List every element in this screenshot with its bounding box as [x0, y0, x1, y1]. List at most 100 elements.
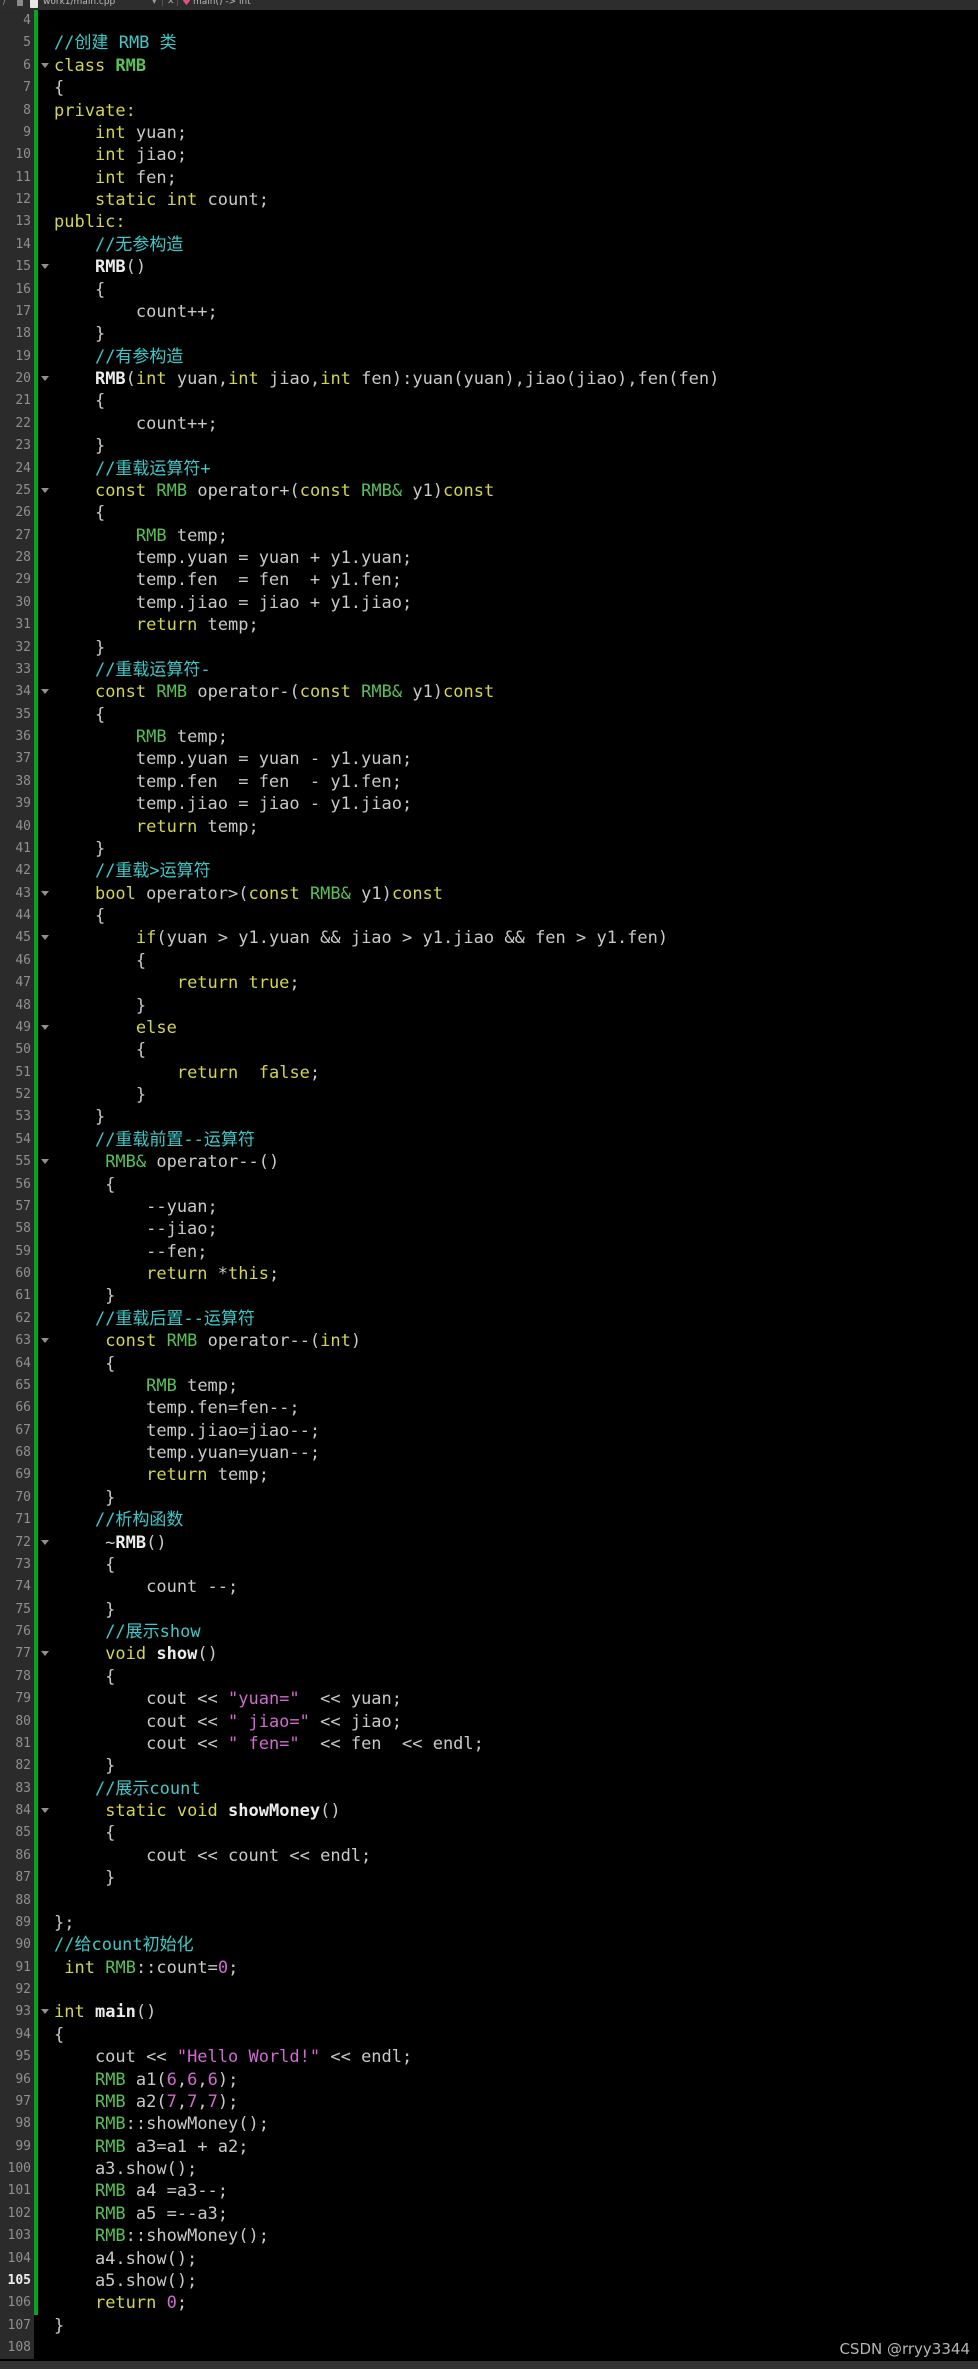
- fold-arrow-icon[interactable]: [41, 376, 49, 381]
- code-line[interactable]: 59 --fen;: [0, 1241, 978, 1263]
- code-line[interactable]: 45 if(yuan > y1.yuan && jiao > y1.jiao &…: [0, 927, 978, 949]
- code-line[interactable]: 34 const RMB operator-(const RMB& y1)con…: [0, 681, 978, 703]
- code-line[interactable]: 12 static int count;: [0, 189, 978, 211]
- code-line[interactable]: 40 return temp;: [0, 816, 978, 838]
- code-line[interactable]: 39 temp.jiao = jiao - y1.jiao;: [0, 793, 978, 815]
- code-line[interactable]: 94{: [0, 2024, 978, 2046]
- code-line[interactable]: 23 }: [0, 435, 978, 457]
- code-line[interactable]: 81 cout << " fen=" << fen << endl;: [0, 1733, 978, 1755]
- code-line[interactable]: 77 void show(): [0, 1643, 978, 1665]
- code-line[interactable]: 88: [0, 1890, 978, 1912]
- fold-arrow-icon[interactable]: [41, 891, 49, 896]
- code-line[interactable]: 57 --yuan;: [0, 1196, 978, 1218]
- fold-arrow-icon[interactable]: [41, 488, 49, 493]
- fold-arrow-icon[interactable]: [41, 1025, 49, 1030]
- code-line[interactable]: 83 //展示count: [0, 1778, 978, 1800]
- fold-arrow-icon[interactable]: [41, 63, 49, 68]
- code-line[interactable]: 64 {: [0, 1353, 978, 1375]
- code-line[interactable]: 95 cout << "Hello World!" << endl;: [0, 2046, 978, 2068]
- code-line[interactable]: 68 temp.yuan=yuan--;: [0, 1442, 978, 1464]
- fold-arrow-icon[interactable]: [41, 1159, 49, 1164]
- code-line[interactable]: 75 }: [0, 1599, 978, 1621]
- code-line[interactable]: 30 temp.jiao = jiao + y1.jiao;: [0, 592, 978, 614]
- code-line[interactable]: 91 int RMB::count=0;: [0, 1957, 978, 1979]
- code-line[interactable]: 106 return 0;: [0, 2292, 978, 2314]
- code-line[interactable]: 76 //展示show: [0, 1621, 978, 1643]
- code-line[interactable]: 13public:: [0, 211, 978, 233]
- code-line[interactable]: 100 a3.show();: [0, 2158, 978, 2180]
- code-line[interactable]: 20 RMB(int yuan,int jiao,int fen):yuan(y…: [0, 368, 978, 390]
- code-line[interactable]: 89};: [0, 1912, 978, 1934]
- code-line[interactable]: 8private:: [0, 100, 978, 122]
- code-line[interactable]: 43 bool operator>(const RMB& y1)const: [0, 883, 978, 905]
- code-line[interactable]: 78 {: [0, 1666, 978, 1688]
- code-line[interactable]: 85 {: [0, 1822, 978, 1844]
- split-editor-icon[interactable]: [17, 0, 23, 6]
- code-line[interactable]: 54 //重载前置--运算符: [0, 1129, 978, 1151]
- code-line[interactable]: 92: [0, 1979, 978, 2001]
- code-line[interactable]: 38 temp.fen = fen - y1.fen;: [0, 771, 978, 793]
- code-line[interactable]: 44 {: [0, 905, 978, 927]
- code-line[interactable]: 17 count++;: [0, 301, 978, 323]
- code-line[interactable]: 105 a5.show();: [0, 2270, 978, 2292]
- code-line[interactable]: 19 //有参构造: [0, 346, 978, 368]
- code-line[interactable]: 16 {: [0, 279, 978, 301]
- code-line[interactable]: 104 a4.show();: [0, 2248, 978, 2270]
- code-line[interactable]: 48 }: [0, 995, 978, 1017]
- code-line[interactable]: 24 //重载运算符+: [0, 458, 978, 480]
- code-editor[interactable]: 45//创建 RMB 类6class RMB7{8private:9 int y…: [0, 10, 978, 2359]
- code-line[interactable]: 4: [0, 10, 978, 32]
- code-line[interactable]: 14 //无参构造: [0, 234, 978, 256]
- code-line[interactable]: 15 RMB(): [0, 256, 978, 278]
- code-line[interactable]: 103 RMB::showMoney();: [0, 2225, 978, 2247]
- code-line[interactable]: 62 //重载后置--运算符: [0, 1308, 978, 1330]
- code-line[interactable]: 87 }: [0, 1867, 978, 1889]
- code-line[interactable]: 42 //重载>运算符: [0, 860, 978, 882]
- code-line[interactable]: 49 else: [0, 1017, 978, 1039]
- code-line[interactable]: 11 int fen;: [0, 167, 978, 189]
- code-line[interactable]: 60 return *this;: [0, 1263, 978, 1285]
- code-line[interactable]: 99 RMB a3=a1 + a2;: [0, 2136, 978, 2158]
- code-line[interactable]: 82 }: [0, 1755, 978, 1777]
- code-line[interactable]: 80 cout << " jiao=" << jiao;: [0, 1711, 978, 1733]
- code-line[interactable]: 90//给count初始化: [0, 1934, 978, 1956]
- code-line[interactable]: 70 }: [0, 1487, 978, 1509]
- fold-arrow-icon[interactable]: [41, 264, 49, 269]
- code-line[interactable]: 79 cout << "yuan=" << yuan;: [0, 1688, 978, 1710]
- code-line[interactable]: 71 //析构函数: [0, 1509, 978, 1531]
- code-line[interactable]: 52 }: [0, 1084, 978, 1106]
- code-line[interactable]: 96 RMB a1(6,6,6);: [0, 2069, 978, 2091]
- code-line[interactable]: 21 {: [0, 390, 978, 412]
- fold-arrow-icon[interactable]: [41, 1651, 49, 1656]
- code-line[interactable]: 86 cout << count << endl;: [0, 1845, 978, 1867]
- code-line[interactable]: 47 return true;: [0, 972, 978, 994]
- code-line[interactable]: 50 {: [0, 1039, 978, 1061]
- code-line[interactable]: 10 int jiao;: [0, 144, 978, 166]
- code-line[interactable]: 7{: [0, 77, 978, 99]
- code-line[interactable]: 29 temp.fen = fen + y1.fen;: [0, 569, 978, 591]
- fold-arrow-icon[interactable]: [41, 1338, 49, 1343]
- code-line[interactable]: 66 temp.fen=fen--;: [0, 1397, 978, 1419]
- open-file-tab[interactable]: work1/main.cpp: [43, 0, 115, 7]
- symbol-selector[interactable]: main() -> int: [193, 0, 251, 7]
- code-line[interactable]: 5//创建 RMB 类: [0, 32, 978, 54]
- code-line[interactable]: 74 count --;: [0, 1576, 978, 1598]
- code-line[interactable]: 53 }: [0, 1106, 978, 1128]
- code-line[interactable]: 41 }: [0, 838, 978, 860]
- code-line[interactable]: 97 RMB a2(7,7,7);: [0, 2091, 978, 2113]
- code-line[interactable]: 26 {: [0, 502, 978, 524]
- code-line[interactable]: 61 }: [0, 1285, 978, 1307]
- code-line[interactable]: 108: [0, 2337, 978, 2359]
- fold-arrow-icon[interactable]: [41, 2009, 49, 2014]
- code-line[interactable]: 55 RMB& operator--(): [0, 1151, 978, 1173]
- code-line[interactable]: 101 RMB a4 =a3--;: [0, 2180, 978, 2202]
- code-line[interactable]: 32 }: [0, 637, 978, 659]
- code-line[interactable]: 63 const RMB operator--(int): [0, 1330, 978, 1352]
- code-line[interactable]: 69 return temp;: [0, 1464, 978, 1486]
- code-line[interactable]: 84 static void showMoney(): [0, 1800, 978, 1822]
- code-line[interactable]: 56 {: [0, 1174, 978, 1196]
- code-line[interactable]: 18 }: [0, 323, 978, 345]
- code-line[interactable]: 107}: [0, 2315, 978, 2337]
- code-line[interactable]: 6class RMB: [0, 55, 978, 77]
- code-line[interactable]: 37 temp.yuan = yuan - y1.yuan;: [0, 748, 978, 770]
